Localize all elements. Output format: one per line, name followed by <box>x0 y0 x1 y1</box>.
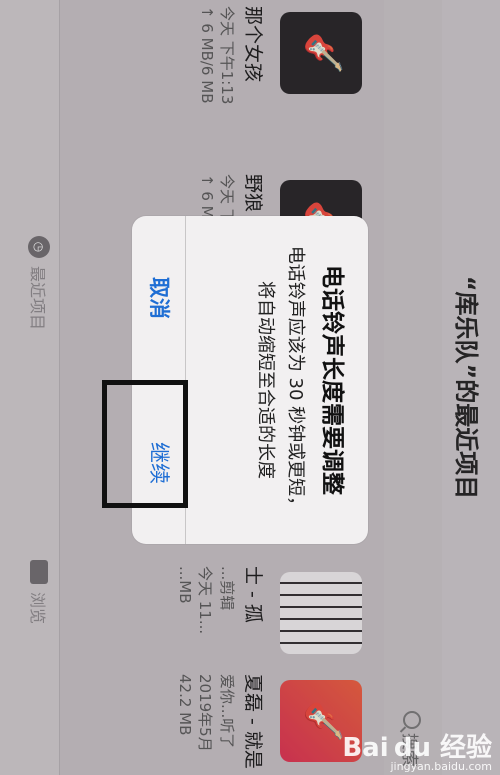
annotation-highlight-box <box>102 380 188 508</box>
watermark: Bai du 经验 jingyan.baidu.com <box>342 727 492 773</box>
alert-title: 电话铃声长度需要调整 <box>319 265 345 495</box>
watermark-brand: Bai du 经验 <box>342 733 492 763</box>
cancel-button[interactable]: 取消 <box>132 216 185 380</box>
alert-body: 电话铃声长度需要调整 电话铃声应该为 30 秒钟或更短，将自动缩短至合适的长度 <box>186 216 368 544</box>
app-screen: “库乐队”的最近项目 搜索 🎸 那个女孩 今天 下午1:13 ↑ 6 MB/6 … <box>0 0 500 775</box>
alert-message: 电话铃声应该为 30 秒钟或更短，将自动缩短至合适的长度 <box>255 245 306 515</box>
